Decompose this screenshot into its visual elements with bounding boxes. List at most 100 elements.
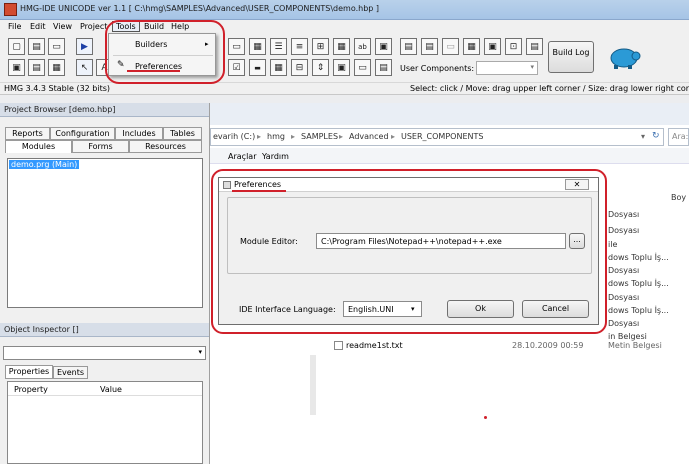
breadcrumb-advanced[interactable]: Advanced <box>349 132 389 141</box>
left-panel: Project Browser [demo.hbp] Reports Confi… <box>0 103 210 464</box>
menu-file[interactable]: File <box>8 22 21 31</box>
editbox-control-icon[interactable]: ▭ <box>354 59 371 76</box>
tab-includes[interactable]: Includes <box>115 127 163 140</box>
tab-resources[interactable]: Resources <box>129 140 202 153</box>
property-grid-header: Property Value <box>8 382 202 396</box>
menu-item-builders[interactable]: Builders <box>135 40 167 49</box>
breadcrumb-separator-icon: ▸ <box>339 132 344 141</box>
cancel-button[interactable]: Cancel <box>522 300 589 318</box>
textbox-control-icon[interactable]: ab <box>354 38 371 55</box>
breadcrumb-samples[interactable]: SAMPLES <box>301 132 338 141</box>
preferences-dialog: Preferences ✕ Module Editor: C:\Program … <box>218 177 599 325</box>
breadcrumb-hmg[interactable]: hmg <box>267 132 285 141</box>
column-header-property: Property <box>14 385 48 394</box>
menu-view[interactable]: View <box>53 22 72 31</box>
breadcrumb-drive[interactable]: evarih (C:) <box>213 132 255 141</box>
scrollbar[interactable] <box>310 355 316 415</box>
status-bar: HMG 3.4.3 Stable (32 bits) Select: click… <box>0 83 689 95</box>
tree-control-icon[interactable]: ☰ <box>270 38 287 55</box>
file-type: in Belgesi <box>608 332 647 341</box>
chevron-down-icon: ▾ <box>198 348 202 356</box>
file-type: Dosyası <box>608 293 640 302</box>
spinner-control-icon[interactable]: ⇕ <box>312 59 329 76</box>
progress-control-icon[interactable]: ▤ <box>375 59 392 76</box>
tab-forms[interactable]: Forms <box>72 140 129 153</box>
list-control-icon[interactable]: ≡ <box>291 38 308 55</box>
print-icon[interactable]: ▦ <box>48 59 65 76</box>
build-log-button[interactable]: Build Log <box>548 41 594 73</box>
image-control-icon[interactable]: ▣ <box>375 38 392 55</box>
combo-control-icon[interactable]: ⊟ <box>291 59 308 76</box>
tab-reports[interactable]: Reports <box>5 127 50 140</box>
browse-button[interactable]: ... <box>569 233 585 249</box>
explorer-header <box>210 103 689 125</box>
menu-builder-icon[interactable]: ▤ <box>400 38 417 55</box>
module-list: demo.prg (Main) <box>7 158 203 308</box>
ok-button[interactable]: Ok <box>447 300 514 318</box>
file-type: Metin Belgesi <box>608 341 662 350</box>
folder-icon[interactable]: ▭ <box>48 38 65 55</box>
pointer-icon[interactable]: ↖ <box>76 59 93 76</box>
open-folder-icon[interactable]: ▤ <box>28 38 45 55</box>
breadcrumb-separator-icon: ▸ <box>257 132 262 141</box>
tab-events[interactable]: Events <box>53 366 88 379</box>
calendar-control-icon[interactable]: ▦ <box>270 59 287 76</box>
column-header-size: Boy <box>671 193 687 202</box>
grid-control-icon[interactable]: ▦ <box>249 38 266 55</box>
menu-tools[interactable]: Tools <box>112 21 140 32</box>
tab-configuration[interactable]: Configuration <box>50 127 115 140</box>
checkbox-control-icon[interactable]: ☑ <box>228 59 245 76</box>
save-icon[interactable]: ▤ <box>28 59 45 76</box>
tab-modules[interactable]: Modules <box>5 140 72 153</box>
close-icon[interactable]: ✕ <box>565 179 589 190</box>
module-editor-input[interactable]: C:\Program Files\Notepad++\notepad++.exe <box>316 233 566 249</box>
statusbar-builder-icon[interactable]: ▭ <box>442 38 459 55</box>
notify-menu-icon[interactable]: ▣ <box>484 38 501 55</box>
frame-control-icon[interactable]: ▣ <box>333 59 350 76</box>
user-components-select[interactable]: ▾ <box>476 61 538 75</box>
list-item[interactable]: demo.prg (Main) <box>9 160 80 169</box>
explorer-menubar: Araçlar Yardım <box>210 148 689 164</box>
menu-project[interactable]: Project <box>80 22 107 31</box>
toolbar-builder-icon[interactable]: ▤ <box>421 38 438 55</box>
chevron-down-icon[interactable]: ▾ <box>641 132 645 141</box>
breadcrumb-separator-icon: ▸ <box>391 132 396 141</box>
search-box[interactable]: Ara: <box>668 128 689 146</box>
user-components-label: User Components: <box>400 64 475 73</box>
breadcrumb-separator-icon: ▸ <box>291 132 296 141</box>
tab-properties[interactable]: Properties <box>5 365 53 379</box>
file-type: Dosyası <box>608 266 640 275</box>
context-menu-icon[interactable]: ▦ <box>463 38 480 55</box>
menu-edit[interactable]: Edit <box>30 22 46 31</box>
project-browser-title: Project Browser [demo.hbp] <box>0 103 209 117</box>
explorer-menu-help[interactable]: Yardım <box>262 152 289 161</box>
dialog-icon <box>223 181 231 189</box>
dropdown-menu-icon[interactable]: ⊡ <box>505 38 522 55</box>
file-name[interactable]: readme1st.txt <box>346 341 403 350</box>
table-control-icon[interactable]: ▦ <box>333 38 350 55</box>
form-icon[interactable]: ▣ <box>8 59 25 76</box>
menu-divider <box>113 55 213 56</box>
file-type: Dosyası <box>608 210 640 219</box>
tab-tables[interactable]: Tables <box>163 127 202 140</box>
new-file-icon[interactable]: ▢ <box>8 38 25 55</box>
explorer-menu-tools[interactable]: Araçlar <box>228 152 256 161</box>
report-icon[interactable]: ▤ <box>526 38 543 55</box>
menu-build[interactable]: Build <box>144 22 164 31</box>
object-inspector-title: Object Inspector [] <box>0 323 209 337</box>
language-label: IDE Interface Language: <box>239 305 336 314</box>
address-bar[interactable]: evarih (C:) ▸ hmg ▸ SAMPLES ▸ Advanced ▸… <box>210 128 664 146</box>
run-icon[interactable]: ▶ <box>76 38 93 55</box>
object-select[interactable]: ▾ <box>3 346 206 360</box>
refresh-icon[interactable]: ↻ <box>652 131 660 141</box>
editor-group: Module Editor: C:\Program Files\Notepad+… <box>227 197 592 274</box>
underline-dialog-title <box>232 190 286 192</box>
underline-preferences <box>127 70 180 72</box>
column-header-value: Value <box>100 385 122 394</box>
menu-help[interactable]: Help <box>171 22 189 31</box>
browse-control-icon[interactable]: ▬ <box>249 59 266 76</box>
tree-view-icon[interactable]: ⊞ <box>312 38 329 55</box>
button-control-icon[interactable]: ▭ <box>228 38 245 55</box>
breadcrumb-user-components[interactable]: USER_COMPONENTS <box>401 132 483 141</box>
file-date: 28.10.2009 00:59 <box>512 341 584 350</box>
